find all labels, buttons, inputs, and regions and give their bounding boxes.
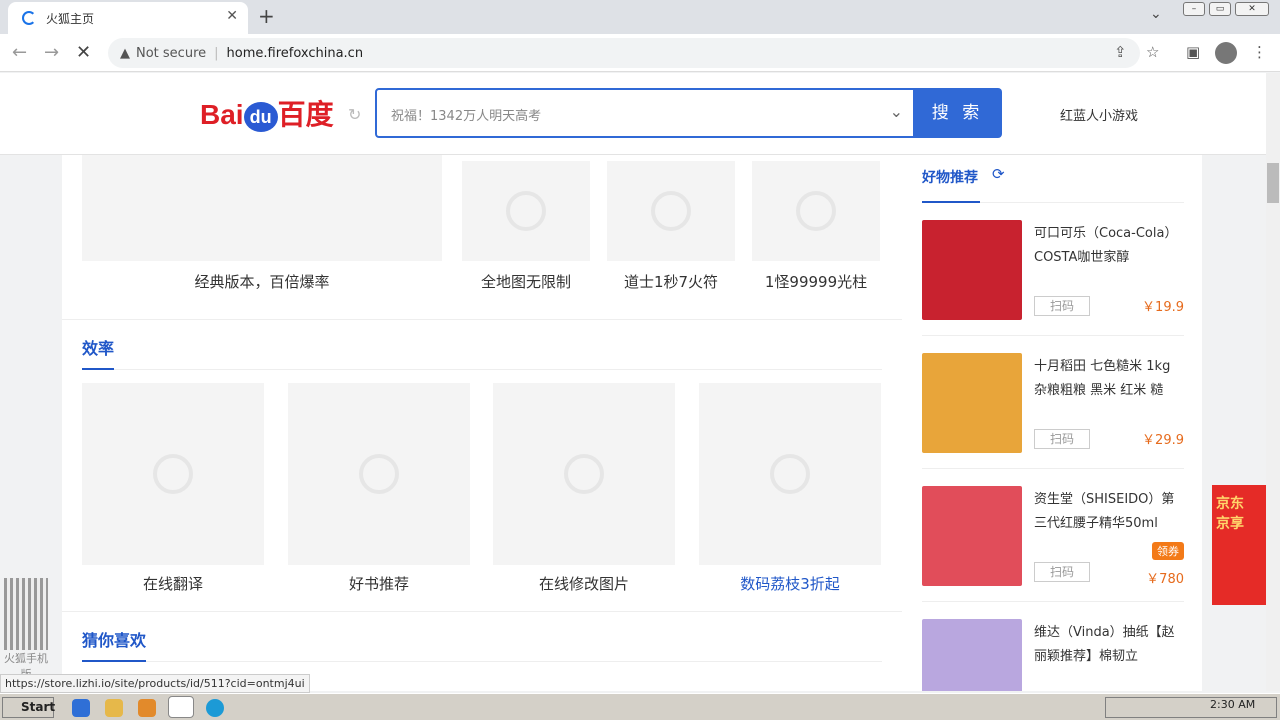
qr-code-image — [4, 578, 48, 650]
product-image[interactable] — [922, 220, 1022, 320]
product-price: ￥29.9 — [1142, 433, 1184, 448]
section-title-efficiency: 效率 — [82, 339, 115, 358]
coupon-badge[interactable]: 领券 — [1152, 542, 1184, 560]
back-icon[interactable]: ← — [12, 42, 27, 63]
game-link[interactable]: 红蓝人小游戏 — [1060, 105, 1138, 124]
loading-icon — [22, 11, 36, 25]
product-name[interactable]: 可口可乐（Coca-Cola）COSTA咖世家醇 — [1034, 222, 1184, 270]
bookmark-star-icon[interactable]: ☆ — [1146, 43, 1159, 61]
menu-icon[interactable]: ⋮ — [1252, 43, 1267, 61]
chrome-icon[interactable] — [168, 696, 194, 718]
image-placeholder[interactable] — [699, 383, 881, 565]
top-item-label[interactable]: 1怪99999光柱 — [752, 271, 880, 292]
page-content: Bai du 百度 ↻ 祝福！1342万人明天高考 ⌄ 搜 索 红蓝人小游戏 经典版… — [0, 73, 1266, 691]
product-name[interactable]: 资生堂（SHISEIDO）第三代红腰子精华50ml — [1034, 488, 1184, 536]
media-icon[interactable] — [138, 699, 156, 717]
folder-icon[interactable] — [105, 699, 123, 717]
tab-bar: 火狐主页 ✕ + ⌄ – ▭ ✕ — [0, 0, 1280, 34]
divider — [146, 661, 882, 662]
clock: 2:30 AM — [1210, 698, 1256, 711]
scan-button[interactable]: 扫码 — [1034, 562, 1090, 582]
warning-icon[interactable]: ▲ — [120, 46, 130, 61]
refresh-icon[interactable]: ⟳ — [992, 165, 1005, 183]
product-card[interactable]: 维达（Vinda）抽纸【赵丽颖推荐】棉韧立 — [922, 619, 1184, 691]
scan-button[interactable]: 扫码 — [1034, 429, 1090, 449]
qr-code[interactable]: 火狐手机版 — [4, 578, 48, 688]
minimize-button[interactable]: – — [1183, 2, 1205, 16]
ie-icon[interactable] — [72, 699, 90, 717]
scrollbar-thumb[interactable] — [1267, 163, 1279, 203]
browser-toolbar: ← → ✕ ▲ Not secure | home.firefoxchina.c… — [0, 34, 1280, 72]
section-underline — [82, 660, 146, 662]
close-window-button[interactable]: ✕ — [1235, 2, 1269, 16]
product-image[interactable] — [922, 619, 1022, 691]
product-image[interactable] — [922, 353, 1022, 453]
edge-icon[interactable] — [206, 699, 224, 717]
image-placeholder[interactable] — [493, 383, 675, 565]
section-underline — [82, 368, 114, 370]
image-placeholder[interactable] — [82, 155, 442, 261]
product-name[interactable]: 十月稻田 七色糙米 1kg 杂粮粗粮 黑米 红米 糙 — [1034, 355, 1184, 403]
site-header: Bai du 百度 ↻ 祝福！1342万人明天高考 ⌄ 搜 索 红蓝人小游戏 — [0, 73, 1266, 155]
taskbar: Start 2:30 AM — [0, 693, 1280, 720]
profile-avatar[interactable] — [1215, 42, 1237, 64]
product-image[interactable] — [922, 486, 1022, 586]
image-placeholder[interactable] — [82, 383, 264, 565]
image-placeholder[interactable] — [752, 161, 880, 261]
close-tab-icon[interactable]: ✕ — [226, 8, 238, 24]
search-input[interactable]: 祝福！1342万人明天高考 ⌄ — [375, 88, 915, 138]
stop-icon[interactable]: ✕ — [76, 42, 91, 63]
divider — [114, 369, 882, 370]
efficiency-item-label[interactable]: 好书推荐 — [288, 573, 470, 594]
divider — [62, 319, 902, 320]
product-card[interactable]: 十月稻田 七色糙米 1kg 杂粮粗粮 黑米 红米 糙 扫码 ￥29.9 — [922, 353, 1184, 457]
main-content: 经典版本，百倍爆率 全地图无限制 道士1秒7火符 1怪99999光柱 效率 在线… — [62, 155, 902, 691]
side-panel-icon[interactable]: ▣ — [1186, 43, 1200, 61]
top-item-label[interactable]: 全地图无限制 — [462, 271, 590, 292]
image-placeholder[interactable] — [607, 161, 735, 261]
top-item-label[interactable]: 经典版本，百倍爆率 — [82, 271, 442, 292]
security-label: Not secure — [136, 45, 207, 61]
start-button[interactable]: Start — [2, 697, 55, 718]
scan-button[interactable]: 扫码 — [1034, 296, 1090, 316]
url-text[interactable]: home.firefoxchina.cn — [227, 46, 364, 61]
search-button[interactable]: 搜 索 — [913, 88, 1002, 138]
efficiency-item-label[interactable]: 在线翻译 — [82, 573, 264, 594]
image-placeholder[interactable] — [462, 161, 590, 261]
product-name[interactable]: 维达（Vinda）抽纸【赵丽颖推荐】棉韧立 — [1034, 621, 1184, 669]
recommend-sidebar: 好物推荐 ⟳ 可口可乐（Coca-Cola）COSTA咖世家醇 扫码 ￥19.9… — [902, 155, 1202, 691]
product-price: ￥19.9 — [1142, 300, 1184, 315]
scrollbar[interactable] — [1266, 73, 1280, 691]
address-bar[interactable]: ▲ Not secure | home.firefoxchina.cn — [108, 38, 1140, 68]
new-tab-icon[interactable]: + — [258, 4, 275, 28]
image-placeholder[interactable] — [288, 383, 470, 565]
aside-title: 好物推荐 — [922, 170, 978, 186]
aside-underline — [922, 201, 980, 203]
tab-title: 火狐主页 — [46, 11, 95, 26]
share-icon[interactable]: ⇪ — [1114, 43, 1127, 61]
divider — [62, 611, 902, 612]
product-card[interactable]: 可口可乐（Coca-Cola）COSTA咖世家醇 扫码 ￥19.9 — [922, 220, 1184, 324]
efficiency-item-label[interactable]: 在线修改图片 — [493, 573, 675, 594]
browser-tab[interactable]: 火狐主页 ✕ — [8, 2, 248, 34]
section-title-guess: 猜你喜欢 — [82, 631, 147, 650]
top-item-label[interactable]: 道士1秒7火符 — [607, 271, 735, 292]
product-card[interactable]: 资生堂（SHISEIDO）第三代红腰子精华50ml 扫码 领券 ￥780 — [922, 486, 1184, 590]
jd-banner[interactable]: 京东 京享 — [1212, 485, 1266, 605]
tab-search-icon[interactable]: ⌄ — [1150, 6, 1162, 22]
search-placeholder: 祝福！1342万人明天高考 — [391, 109, 542, 124]
baidu-logo[interactable]: Bai du 百度 — [200, 93, 334, 133]
refresh-icon[interactable]: ↻ — [348, 105, 361, 124]
chevron-down-icon[interactable]: ⌄ — [890, 102, 903, 121]
efficiency-item-label[interactable]: 数码荔枝3折起 — [699, 573, 881, 594]
product-price: ￥780 — [1146, 572, 1184, 587]
maximize-button[interactable]: ▭ — [1209, 2, 1231, 16]
status-url: https://store.lizhi.io/site/products/id/… — [0, 674, 310, 693]
forward-icon[interactable]: → — [44, 42, 59, 63]
